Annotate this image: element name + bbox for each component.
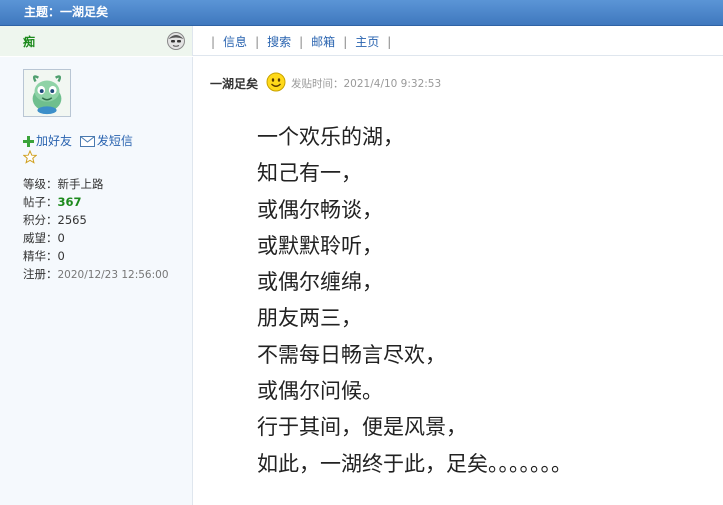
register-row: 注册：2020/12/23 12:56:00 bbox=[23, 267, 169, 281]
plus-icon bbox=[23, 136, 34, 147]
posts-row: 帖子：367 bbox=[23, 195, 82, 209]
topic-title-bar: 主题：一湖足矣 bbox=[0, 0, 723, 26]
add-friend-link[interactable]: 加好友 bbox=[36, 134, 72, 148]
author-profile-panel: 加好友 发短信 等级：新手上路 帖子：367 积分：2565 威望：0 精华：0… bbox=[0, 57, 193, 505]
level-row: 等级：新手上路 bbox=[23, 177, 104, 191]
poem-line: 或偶尔问候。 bbox=[257, 379, 383, 404]
star-icon bbox=[23, 150, 37, 164]
poem-line: 朋友两三， bbox=[257, 306, 362, 331]
envelope-icon bbox=[79, 136, 95, 147]
user-status-icon bbox=[167, 32, 185, 50]
user-name-cell: 痴 bbox=[0, 26, 193, 56]
username-link[interactable]: 痴 bbox=[23, 33, 35, 50]
poem-line: 或偶尔畅谈， bbox=[257, 197, 383, 222]
elite-row: 精华：0 bbox=[23, 249, 65, 263]
points-row: 积分：2565 bbox=[23, 213, 87, 227]
topic-title: 主题：一湖足矣 bbox=[24, 5, 109, 19]
send-message-link[interactable]: 发短信 bbox=[97, 134, 133, 148]
email-link[interactable]: 邮箱 bbox=[311, 35, 335, 49]
poem-line: 如此，一湖终于此，足矣。。。。。。。 bbox=[257, 451, 572, 476]
user-stats: 等级：新手上路 帖子：367 积分：2565 威望：0 精华：0 注册：2020… bbox=[23, 175, 169, 284]
smiley-icon bbox=[266, 72, 286, 92]
user-actions: | 信息 | 搜索 | 邮箱 | 主页 | bbox=[211, 35, 392, 49]
poem-line: 不需每日畅言尽欢， bbox=[257, 342, 446, 367]
profile-actions: 加好友 发短信 bbox=[23, 132, 133, 149]
poem-line: 知己有一， bbox=[257, 161, 362, 186]
info-link[interactable]: 信息 bbox=[223, 35, 247, 49]
search-link[interactable]: 搜索 bbox=[267, 35, 291, 49]
poem-line: 行于其间，便是风景， bbox=[257, 415, 467, 440]
post-author[interactable]: 一湖足矣 bbox=[210, 75, 258, 92]
post-user-bar: 痴 | 信息 | 搜索 | 邮箱 | 主页 | bbox=[0, 26, 723, 56]
prestige-row: 威望：0 bbox=[23, 231, 65, 245]
homepage-link[interactable]: 主页 bbox=[355, 35, 379, 49]
post-content: 一个欢乐的湖， 知己有一， 或偶尔畅谈， 或默默聆听， 或偶尔缠绵， 朋友两三，… bbox=[257, 119, 572, 482]
poem-line: 或默默聆听， bbox=[257, 233, 383, 258]
avatar[interactable] bbox=[23, 69, 71, 117]
post-time: 发贴时间：2021/4/10 9:32:53 bbox=[291, 78, 442, 90]
poem-line: 一个欢乐的湖， bbox=[257, 125, 404, 149]
poem-line: 或偶尔缠绵， bbox=[257, 270, 383, 295]
